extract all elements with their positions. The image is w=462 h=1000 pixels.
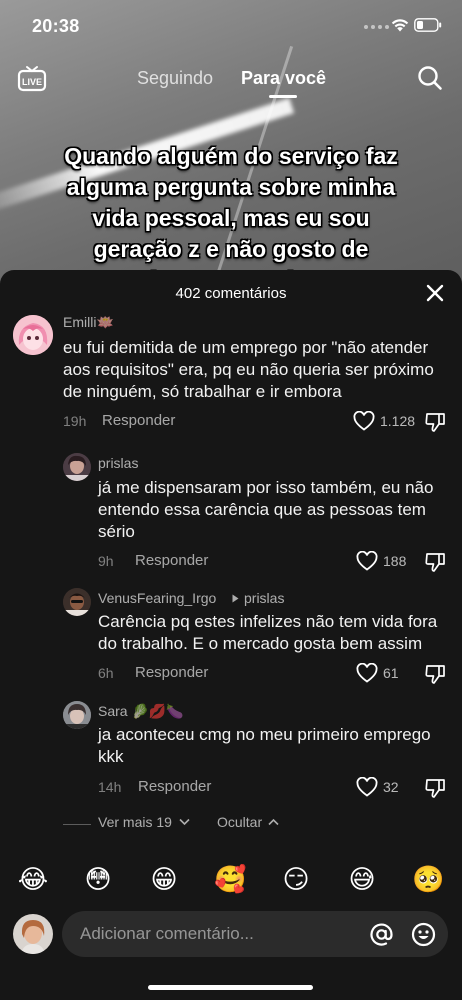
cellular-signal-icon (364, 25, 389, 29)
comments-sheet: 402 comentários Emilli🪷 eu fui demitida … (0, 270, 462, 1000)
like-count: 188 (383, 553, 407, 569)
avatar[interactable] (63, 588, 91, 616)
mention-icon[interactable] (369, 922, 394, 947)
reply-item: Sara 🥬💋🍆 ja aconteceu cmg no meu primeir… (0, 701, 462, 801)
emoji-grin[interactable]: 😁 (148, 864, 180, 896)
dislike-icon[interactable] (424, 777, 446, 799)
dislike-icon[interactable] (424, 663, 446, 685)
emoji-picker-icon[interactable] (411, 922, 436, 947)
active-tab-indicator (269, 95, 297, 98)
comment-time: 6h (98, 665, 114, 681)
tab-following[interactable]: Seguindo (137, 68, 213, 89)
like-button[interactable]: 188 (356, 551, 406, 571)
avatar[interactable] (63, 701, 91, 729)
battery-icon (414, 18, 442, 32)
status-time: 20:38 (32, 16, 80, 36)
view-more-replies-button[interactable]: Ver mais 19 (98, 814, 190, 830)
reply-button[interactable]: Responder (135, 552, 208, 569)
search-icon[interactable] (417, 65, 443, 91)
tab-for-you[interactable]: Para você (241, 68, 326, 89)
comment-composer (0, 911, 462, 971)
avatar[interactable] (63, 453, 91, 481)
emoji-smirk[interactable]: 😏 (280, 864, 312, 896)
live-icon[interactable]: LIVE (17, 64, 47, 94)
avatar-photo (63, 588, 91, 616)
chevron-up-icon (268, 818, 279, 826)
dislike-icon[interactable] (424, 411, 446, 433)
comment-text: Carência pq estes infelizes não tem vida… (98, 612, 438, 653)
emoji-tears-of-joy[interactable]: 😂 (17, 864, 49, 896)
chevron-down-icon (179, 818, 190, 826)
avatar-illustration (13, 315, 53, 355)
comment-time: 14h (98, 779, 122, 795)
video-caption: Quando alguém do serviço faz alguma perg… (64, 143, 398, 271)
avatar-photo (63, 453, 91, 481)
comment-time: 19h (63, 413, 87, 429)
reply-to-author[interactable]: prislas (244, 590, 284, 606)
home-indicator[interactable] (148, 985, 313, 990)
view-more-label: Ver mais 19 (98, 814, 172, 830)
like-button[interactable]: 61 (356, 663, 399, 683)
like-button[interactable]: 32 (356, 777, 399, 797)
comment-author[interactable]: prislas (98, 455, 138, 471)
comment-text: ja aconteceu cmg no meu primeiro emprego… (98, 725, 431, 766)
emoji-flushed[interactable]: 😳 (82, 864, 114, 896)
comments-header: 402 comentários (0, 270, 462, 316)
heart-icon (356, 551, 378, 571)
live-label: LIVE (22, 77, 42, 87)
comment-time: 9h (98, 553, 114, 569)
comment-item: Emilli🪷 eu fui demitida de um emprego po… (0, 312, 462, 442)
heart-icon (356, 777, 378, 797)
heart-icon (353, 411, 375, 431)
comment-text: eu fui demitida de um emprego por "não a… (63, 338, 434, 401)
reply-button[interactable]: Responder (135, 664, 208, 681)
status-bar: 20:38 (0, 0, 462, 52)
like-button[interactable]: 1.128 (353, 411, 415, 431)
current-user-avatar[interactable] (13, 914, 53, 954)
emoji-sweat-smile[interactable]: 😅 (346, 864, 378, 896)
avatar-photo (13, 914, 53, 954)
avatar[interactable] (13, 315, 53, 355)
emoji-quick-bar: 😂 😳 😁 🥰 😏 😅 🥺 (0, 864, 462, 904)
comment-author[interactable]: VenusFearing_Irgo (98, 590, 216, 606)
hide-label: Ocultar (217, 814, 263, 830)
comment-text: já me dispensaram por isso também, eu nã… (98, 478, 434, 541)
comments-count-title: 402 comentários (175, 285, 287, 302)
emoji-smiling-hearts[interactable]: 🥰 (214, 864, 246, 896)
hide-replies-button[interactable]: Ocultar (217, 814, 279, 830)
reply-item: VenusFearing_Irgo prislas Carência pq es… (0, 588, 462, 688)
heart-icon (356, 663, 378, 683)
top-navigation: LIVE Seguindo Para você (0, 62, 462, 98)
avatar-photo (63, 701, 91, 729)
thread-divider (63, 824, 91, 825)
like-count: 61 (383, 665, 399, 681)
dislike-icon[interactable] (424, 551, 446, 573)
like-count: 32 (383, 779, 399, 795)
thread-controls: Ver mais 19 Ocultar (0, 814, 462, 834)
emoji-pleading[interactable]: 🥺 (412, 864, 444, 896)
reply-button[interactable]: Responder (102, 412, 175, 429)
close-icon[interactable] (425, 283, 445, 303)
wifi-icon (391, 19, 409, 32)
comment-author[interactable]: Sara 🥬💋🍆 (98, 703, 184, 720)
comment-author[interactable]: Emilli🪷 (63, 314, 114, 331)
reply-arrow-icon (232, 594, 239, 603)
like-count: 1.128 (380, 413, 416, 429)
reply-item: prislas já me dispensaram por isso també… (0, 453, 462, 573)
reply-button[interactable]: Responder (138, 778, 211, 795)
